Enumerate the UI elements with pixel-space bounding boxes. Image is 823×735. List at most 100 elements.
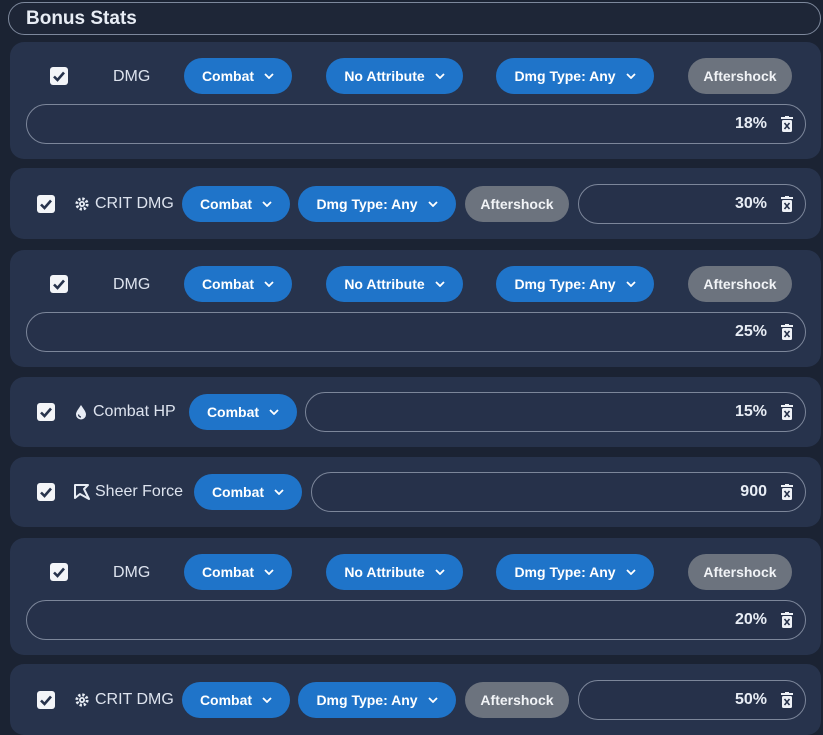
check-icon xyxy=(53,71,65,82)
chevron-down-icon xyxy=(625,73,636,79)
value-field[interactable]: 50% xyxy=(578,680,806,720)
enable-checkbox[interactable] xyxy=(50,67,68,85)
stat-label: DMG xyxy=(113,564,151,581)
trash-icon[interactable] xyxy=(781,404,793,425)
stat-row-dmg: DMG Combat No Attribute Dmg Type: Any Af… xyxy=(10,42,821,159)
stat-row-dmg: DMG Combat No Attribute Dmg Type: Any Af… xyxy=(10,250,821,367)
category-dropdown[interactable]: Combat xyxy=(184,58,292,94)
attribute-dropdown[interactable]: No Attribute xyxy=(326,266,463,302)
enable-checkbox[interactable] xyxy=(50,563,68,581)
aftershock-tag[interactable]: Aftershock xyxy=(688,554,792,590)
category-dropdown-label: Combat xyxy=(206,404,260,420)
category-dropdown[interactable]: Combat xyxy=(184,266,292,302)
trash-icon[interactable] xyxy=(781,196,793,217)
category-dropdown-label: Combat xyxy=(201,564,255,580)
value-text: 900 xyxy=(740,483,767,500)
stat-label-group: Combat HP xyxy=(74,403,176,421)
chevron-down-icon xyxy=(435,569,445,575)
attribute-dropdown[interactable]: No Attribute xyxy=(326,554,463,590)
chevron-down-icon xyxy=(262,201,272,207)
category-dropdown[interactable]: Combat xyxy=(194,474,302,510)
value-field[interactable]: 30% xyxy=(578,184,806,224)
crit-gear-icon xyxy=(74,196,90,212)
aftershock-tag[interactable]: Aftershock xyxy=(465,682,569,718)
aftershock-tag-label: Aftershock xyxy=(480,692,554,708)
aftershock-tag-label: Aftershock xyxy=(703,564,777,580)
value-text: 30% xyxy=(734,195,767,212)
check-icon xyxy=(40,199,52,210)
attribute-dropdown-label: No Attribute xyxy=(344,276,425,292)
dmg-type-dropdown[interactable]: Dmg Type: Any xyxy=(496,554,654,590)
attribute-dropdown-label: No Attribute xyxy=(344,68,425,84)
stat-row-sheer-force: Sheer Force Combat 900 xyxy=(10,457,821,527)
enable-checkbox[interactable] xyxy=(37,483,55,501)
stat-label-group: CRIT DMG xyxy=(74,195,174,213)
category-dropdown[interactable]: Combat xyxy=(182,682,290,718)
category-dropdown-label: Combat xyxy=(201,276,255,292)
category-dropdown[interactable]: Combat xyxy=(189,394,297,430)
aftershock-tag-label: Aftershock xyxy=(480,196,554,212)
stat-label: DMG xyxy=(113,276,151,293)
check-icon xyxy=(40,695,52,706)
value-text: 50% xyxy=(734,691,767,708)
attribute-dropdown[interactable]: No Attribute xyxy=(326,58,463,94)
trash-icon[interactable] xyxy=(781,692,793,713)
stat-label: Sheer Force xyxy=(95,483,184,500)
chevron-down-icon xyxy=(625,281,636,287)
trash-icon[interactable] xyxy=(781,324,793,345)
value-field[interactable]: 900 xyxy=(311,472,806,512)
category-dropdown[interactable]: Combat xyxy=(184,554,292,590)
dmg-type-dropdown-label: Dmg Type: Any xyxy=(316,692,418,708)
dmg-type-dropdown[interactable]: Dmg Type: Any xyxy=(298,186,456,222)
enable-checkbox[interactable] xyxy=(37,403,55,421)
category-dropdown-label: Combat xyxy=(199,196,253,212)
value-text: 25% xyxy=(734,323,767,340)
value-field[interactable]: 25% xyxy=(26,312,806,352)
sheer-force-icon xyxy=(74,484,90,500)
aftershock-tag[interactable]: Aftershock xyxy=(688,266,792,302)
dmg-type-dropdown-label: Dmg Type: Any xyxy=(316,196,418,212)
attribute-dropdown-label: No Attribute xyxy=(344,564,425,580)
aftershock-tag-label: Aftershock xyxy=(703,276,777,292)
value-field[interactable]: 18% xyxy=(26,104,806,144)
dmg-type-dropdown-label: Dmg Type: Any xyxy=(514,68,616,84)
category-dropdown-label: Combat xyxy=(211,484,265,500)
dmg-type-dropdown-label: Dmg Type: Any xyxy=(514,564,616,580)
dmg-type-dropdown-label: Dmg Type: Any xyxy=(514,276,616,292)
enable-checkbox[interactable] xyxy=(50,275,68,293)
enable-checkbox[interactable] xyxy=(37,691,55,709)
dmg-type-dropdown[interactable]: Dmg Type: Any xyxy=(496,266,654,302)
bonus-stats-header: Bonus Stats xyxy=(8,2,821,35)
aftershock-tag[interactable]: Aftershock xyxy=(465,186,569,222)
trash-icon[interactable] xyxy=(781,612,793,633)
stat-label: CRIT DMG xyxy=(95,195,174,212)
enable-checkbox[interactable] xyxy=(37,195,55,213)
crit-gear-icon xyxy=(74,692,90,708)
category-dropdown-label: Combat xyxy=(199,692,253,708)
trash-icon[interactable] xyxy=(781,116,793,137)
stat-row-dmg: DMG Combat No Attribute Dmg Type: Any Af… xyxy=(10,538,821,655)
trash-icon[interactable] xyxy=(781,484,793,505)
value-field[interactable]: 20% xyxy=(26,600,806,640)
section-title: Bonus Stats xyxy=(26,8,137,29)
value-text: 18% xyxy=(734,115,767,132)
chevron-down-icon xyxy=(264,569,274,575)
chevron-down-icon xyxy=(435,73,445,79)
dmg-type-dropdown[interactable]: Dmg Type: Any xyxy=(298,682,456,718)
stat-label: Combat HP xyxy=(93,403,176,420)
aftershock-tag[interactable]: Aftershock xyxy=(688,58,792,94)
drop-icon xyxy=(74,404,88,420)
stat-label: DMG xyxy=(113,68,151,85)
value-field[interactable]: 15% xyxy=(305,392,806,432)
chevron-down-icon xyxy=(269,409,279,415)
chevron-down-icon xyxy=(625,569,636,575)
value-text: 15% xyxy=(734,403,767,420)
chevron-down-icon xyxy=(435,281,445,287)
check-icon xyxy=(53,279,65,290)
chevron-down-icon xyxy=(262,697,272,703)
stat-row-combat-hp: Combat HP Combat 15% xyxy=(10,377,821,447)
stat-row-crit-dmg: CRIT DMG Combat Dmg Type: Any Aftershock… xyxy=(10,664,821,735)
dmg-type-dropdown[interactable]: Dmg Type: Any xyxy=(496,58,654,94)
stat-label-group: Sheer Force xyxy=(74,483,183,501)
category-dropdown[interactable]: Combat xyxy=(182,186,290,222)
